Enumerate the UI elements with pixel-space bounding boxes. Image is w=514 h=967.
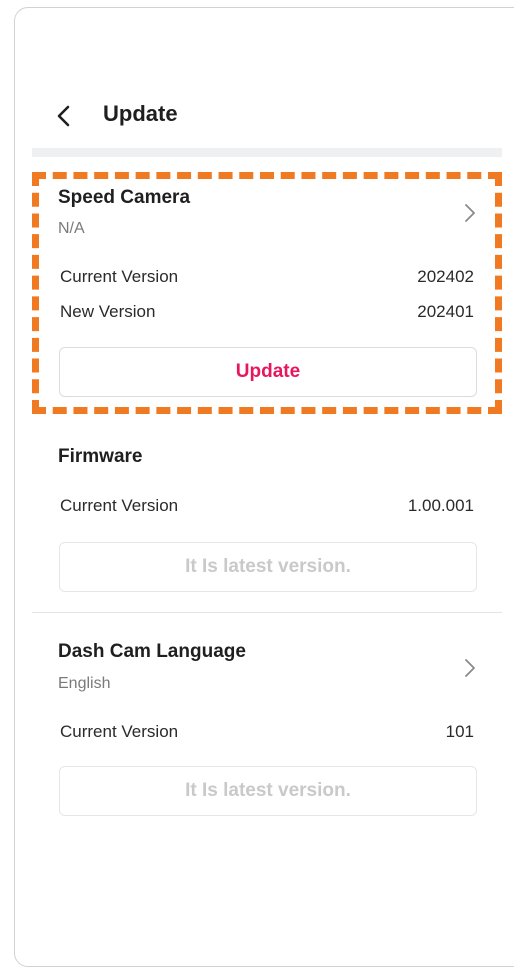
language-update-button: It Is latest version. (59, 766, 477, 816)
firmware-current-version-label: Current Version (60, 496, 179, 515)
header-divider (32, 148, 502, 157)
speed-camera-title: Speed Camera (58, 187, 191, 208)
speed-camera-current-version-label: Current Version (60, 267, 179, 286)
firmware-current-version-value: 1.00.001 (407, 496, 474, 515)
language-detail-button[interactable] (462, 657, 478, 679)
page-title: Update (103, 101, 178, 126)
speed-camera-new-version-label: New Version (60, 302, 156, 321)
language-title: Dash Cam Language (58, 641, 246, 662)
header: Update (0, 95, 514, 139)
speed-camera-detail-button[interactable] (462, 202, 478, 224)
firmware-title: Firmware (58, 446, 143, 467)
section-divider (32, 612, 502, 613)
speed-camera-subtitle: N/A (58, 220, 85, 237)
chevron-right-icon (465, 204, 475, 222)
chevron-right-icon (465, 659, 475, 677)
language-current-version-value: 101 (445, 722, 474, 741)
chevron-left-icon (57, 105, 70, 127)
speed-camera-current-version-value: 202402 (417, 267, 474, 286)
speed-camera-update-button[interactable]: Update (59, 347, 477, 397)
firmware-section: Firmware Current Version 1.00.001 It Is … (32, 440, 502, 610)
language-subtitle: English (58, 675, 111, 692)
language-current-version-label: Current Version (60, 722, 179, 741)
language-section: Dash Cam Language English Current Versio… (32, 632, 502, 832)
speed-camera-section: Speed Camera N/A Current Version 202402 … (32, 172, 502, 414)
firmware-update-button: It Is latest version. (59, 542, 477, 592)
speed-camera-new-version-value: 202401 (417, 302, 474, 321)
back-button[interactable] (52, 104, 76, 128)
